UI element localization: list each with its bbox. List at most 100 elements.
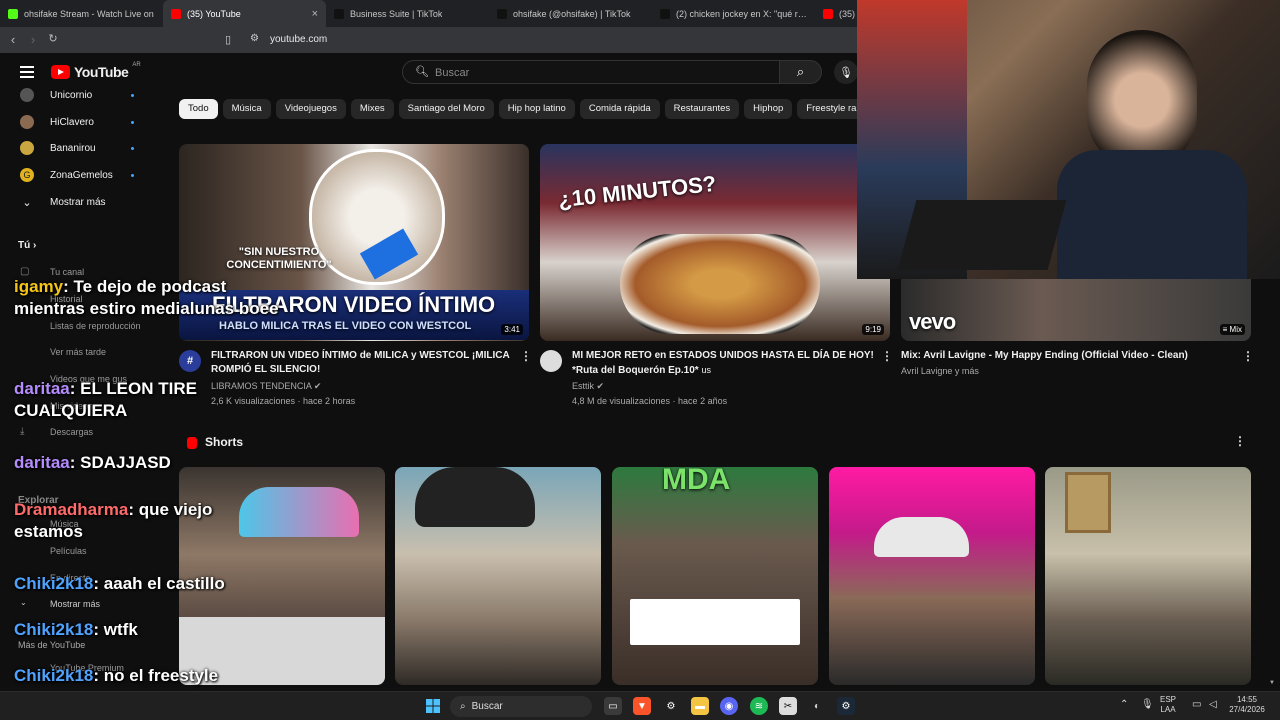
channel-name[interactable]: Avril Lavigne y más: [901, 364, 979, 378]
chat-username: Dramadharma: [14, 500, 129, 519]
chat-username: Chiki2k18: [14, 574, 94, 593]
capcut-icon[interactable]: ✂: [779, 697, 797, 715]
sidebar-item-downloads[interactable]: Descargas: [50, 427, 93, 437]
filter-chip[interactable]: Comida rápida: [579, 99, 660, 119]
channel-avatar[interactable]: [540, 350, 562, 372]
filter-chip[interactable]: Santiago del Moro: [398, 99, 494, 119]
volume-icon[interactable]: ◁: [1209, 700, 1217, 710]
search-icon: ⌕: [460, 701, 466, 712]
video-duration: 3:41: [501, 324, 523, 335]
scroll-arrow-icon[interactable]: ▼: [1269, 680, 1275, 686]
browser-tab[interactable]: (2) chicken jockey en X: "qué raro el: [652, 0, 815, 27]
channel-avatar: [20, 115, 34, 129]
filter-chip[interactable]: Todo: [179, 99, 218, 119]
network-icon[interactable]: ▭: [1192, 700, 1201, 710]
tab-title: (2) chicken jockey en X: "qué raro el: [676, 8, 807, 19]
filter-chip[interactable]: Mixes: [350, 99, 394, 119]
settings-icon[interactable]: ⚙: [662, 697, 680, 715]
sidebar-item-subscription[interactable]: G ZonaGemelos: [0, 162, 170, 188]
webcam-keyboard: [897, 200, 1067, 270]
tab-close-icon[interactable]: ×: [312, 8, 318, 20]
filter-chips: Todo Música Videojuegos Mixes Santiago del M…: [179, 98, 857, 120]
sidebar-item-label: Mostrar más: [50, 196, 106, 208]
microphone-icon[interactable]: 🎙︎: [1141, 700, 1154, 710]
sidebar-item-subscription[interactable]: HiClavero: [0, 109, 170, 135]
sidebar-item-watch-later[interactable]: Ver más tarde: [50, 347, 106, 357]
channel-name[interactable]: Esttik ✔: [572, 379, 604, 393]
channel-avatar[interactable]: #: [179, 350, 201, 372]
more-options-icon[interactable]: ⋮: [520, 349, 532, 363]
tray-overflow-icon[interactable]: ⌃: [1120, 700, 1128, 710]
menu-icon[interactable]: [20, 66, 34, 78]
sidebar-show-more-2[interactable]: Mostrar más: [50, 599, 100, 609]
more-options-icon[interactable]: ⋮: [881, 349, 893, 363]
video-thumbnail[interactable]: ¿10 MINUTOS? 9:19: [540, 144, 890, 341]
file-explorer-icon[interactable]: ▬: [691, 697, 709, 715]
windows-taskbar: ⌕ Buscar ▭ ▼ ⚙ ▬ ◉ ≋ ✂ ◐ ⚙ ⌃ 🎙︎ ESP LAA ▭ …: [0, 691, 1280, 720]
chat-message: Chiki2k18: wtfk: [14, 620, 138, 639]
windows-start-icon[interactable]: [424, 697, 442, 715]
sidebar-item-label: Unicornio: [50, 89, 93, 101]
video-title[interactable]: Mix: Avril Lavigne - My Happy Ending (Of…: [901, 349, 1231, 363]
more-options-icon[interactable]: ⋮: [1242, 349, 1254, 363]
filter-chip[interactable]: Freestyle ra: [797, 99, 857, 119]
chat-username: igamy: [14, 277, 64, 296]
search-icon: ⌕: [796, 64, 805, 79]
tab-favicon-icon: [823, 8, 833, 19]
filter-chip[interactable]: Música: [222, 99, 271, 119]
thumbnail-subheadline: HABLO MILICA TRAS EL VIDEO CON WESTCOL: [219, 320, 472, 332]
sidebar-item-subscription[interactable]: Unicornio: [0, 82, 170, 108]
short-thumbnail[interactable]: MDA: [612, 467, 818, 685]
taskbar-search[interactable]: ⌕ Buscar: [450, 696, 592, 717]
sidebar-item-label: HiClavero: [50, 116, 94, 128]
shorts-icon: [187, 437, 197, 449]
video-title[interactable]: FILTRARON UN VIDEO ÍNTIMO de MILICA y WE…: [211, 349, 511, 377]
search-input[interactable]: [433, 63, 757, 83]
browser-tab[interactable]: ohsifake Stream - Watch Live on: [0, 0, 163, 27]
video-meta: 4,8 M de visualizaciones · hace 2 años: [572, 396, 728, 406]
obs-icon[interactable]: ◐: [808, 697, 826, 715]
back-icon[interactable]: ‹: [3, 32, 23, 47]
browser-tab[interactable]: Business Suite | TikTok: [326, 0, 489, 27]
voice-search-button[interactable]: 🎙︎: [834, 60, 858, 84]
system-clock[interactable]: 14:55 27/4/2026: [1224, 695, 1270, 715]
sidebar-item-label: Bananirou: [50, 142, 96, 154]
verified-icon: ✔: [313, 381, 322, 391]
chat-username: daritaa: [14, 379, 70, 398]
site-info-icon[interactable]: ⚙: [250, 33, 259, 44]
filter-chip[interactable]: Hip hop latino: [498, 99, 575, 119]
more-options-icon[interactable]: ⋮: [1234, 434, 1246, 448]
sidebar-section-you[interactable]: Tú ›: [18, 240, 36, 251]
search-button[interactable]: ⌕: [780, 60, 822, 84]
discord-icon[interactable]: ◉: [720, 697, 738, 715]
youtube-logo[interactable]: YouTube AR: [51, 62, 141, 80]
bookmark-icon[interactable]: ▯: [225, 33, 231, 46]
sidebar-item-subscription[interactable]: Bananirou: [0, 135, 170, 161]
reload-icon[interactable]: ↻: [43, 32, 63, 45]
verified-icon: ✔: [596, 381, 605, 391]
sidebar-item-playlists[interactable]: Listas de reproducción: [50, 321, 141, 331]
sidebar-item-movies[interactable]: Películas: [50, 546, 87, 556]
filter-chip[interactable]: Videojuegos: [275, 99, 346, 119]
filter-chip[interactable]: Restaurantes: [664, 99, 740, 119]
video-title[interactable]: MI MEJOR RETO en ESTADOS UNIDOS HASTA EL…: [572, 349, 877, 378]
sidebar-show-more[interactable]: ⌄ Mostrar más: [0, 189, 170, 215]
thumbnail-food-plate: [620, 234, 820, 334]
chat-message: daritaa: SDAJJASD: [14, 453, 171, 472]
tab-favicon-icon: [8, 8, 18, 19]
sidebar-item-label: ZonaGemelos: [50, 169, 113, 181]
task-view-icon[interactable]: ▭: [604, 697, 622, 715]
browser-tab[interactable]: ohsifake (@ohsifake) | TikTok: [489, 0, 652, 27]
language-indicator[interactable]: ESP LAA: [1160, 695, 1176, 715]
address-url[interactable]: youtube.com: [270, 34, 327, 45]
steam-icon[interactable]: ⚙: [837, 697, 855, 715]
filter-chip[interactable]: Hiphop: [744, 99, 793, 119]
video-thumbnail[interactable]: vevo ≡ Mix: [901, 279, 1251, 341]
forward-icon[interactable]: ›: [23, 32, 43, 47]
brave-browser-icon[interactable]: ▼: [633, 697, 651, 715]
short-thumbnail[interactable]: [395, 467, 601, 685]
short-thumbnail[interactable]: [1045, 467, 1251, 685]
browser-tab[interactable]: (35) YouTube ×: [163, 0, 326, 27]
short-thumbnail[interactable]: [829, 467, 1035, 685]
spotify-icon[interactable]: ≋: [750, 697, 768, 715]
